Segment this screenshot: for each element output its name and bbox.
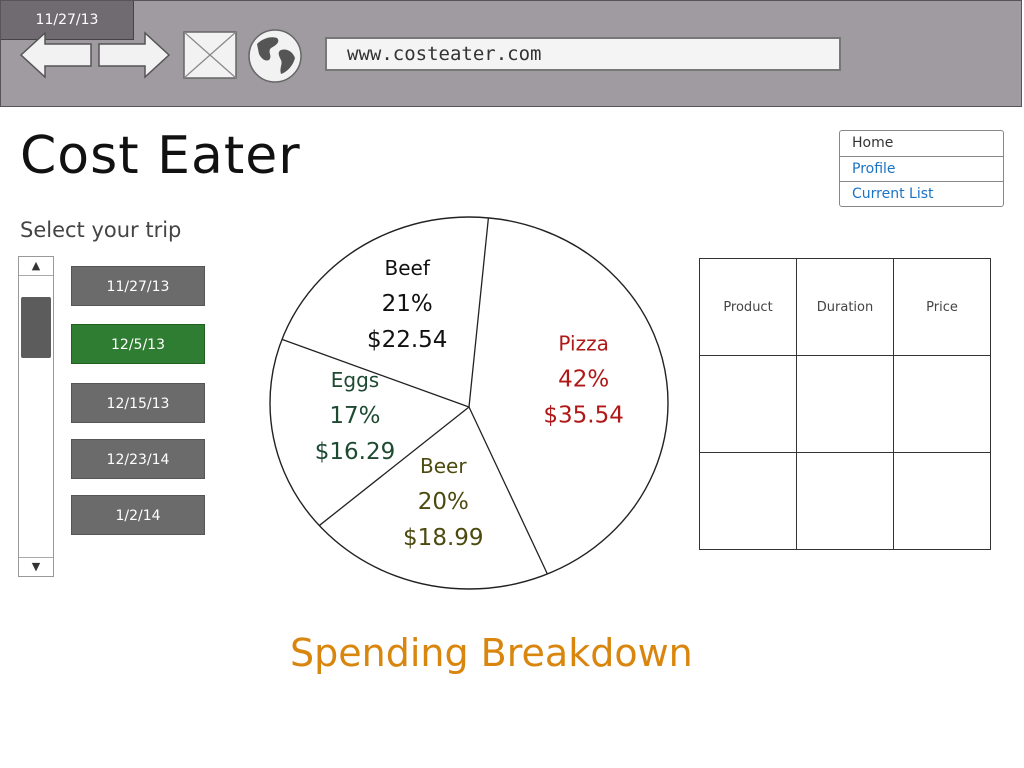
nav-item-label: Current List bbox=[852, 186, 934, 202]
scroll-thumb[interactable] bbox=[21, 297, 51, 358]
table-row bbox=[699, 452, 991, 550]
scroll-down-icon[interactable]: ▼ bbox=[19, 557, 53, 576]
table-cell bbox=[796, 452, 894, 550]
slice-percent: 17% bbox=[329, 403, 380, 429]
chart-title: Spending Breakdown bbox=[290, 631, 693, 675]
pie-chart-svg: Beef 21% $22.54 Pizza 42% $35.54 Beer 20% $18.99… bbox=[269, 216, 669, 590]
table-cell bbox=[796, 355, 894, 453]
slice-amount: $18.99 bbox=[403, 525, 483, 551]
table-header-row: Product Duration Price bbox=[699, 258, 991, 356]
trip-select-label: Select your trip bbox=[20, 218, 182, 242]
slice-amount: $22.54 bbox=[367, 327, 447, 353]
back-arrow-icon[interactable] bbox=[19, 31, 93, 79]
column-header-product: Product bbox=[699, 258, 797, 356]
trip-button[interactable]: 1/2/14 bbox=[71, 495, 205, 535]
trip-scrollbar[interactable]: ▲ ▼ bbox=[18, 256, 54, 577]
forward-arrow-icon[interactable] bbox=[97, 31, 171, 79]
nav-item-current-list[interactable]: Current List bbox=[840, 181, 1003, 206]
table-cell bbox=[699, 452, 797, 550]
slice-amount: $16.29 bbox=[315, 439, 395, 465]
spending-pie-chart: Beef 21% $22.54 Pizza 42% $35.54 Beer 20% $18.99… bbox=[268, 214, 672, 596]
app-title: Cost Eater bbox=[20, 126, 301, 186]
table-cell bbox=[893, 355, 991, 453]
slice-percent: 21% bbox=[382, 291, 433, 317]
nav-menu: Home Profile Current List bbox=[839, 130, 1004, 207]
table-cell bbox=[699, 355, 797, 453]
trip-button-selected[interactable]: 12/5/13 bbox=[71, 324, 205, 364]
slice-name: Eggs bbox=[331, 368, 379, 392]
trip-button[interactable]: 11/27/13 bbox=[71, 266, 205, 306]
nav-item-label: Profile bbox=[852, 161, 896, 177]
slice-name: Beer bbox=[420, 454, 467, 478]
slice-amount: $35.54 bbox=[543, 402, 623, 428]
slice-percent: 42% bbox=[558, 366, 609, 392]
slice-percent: 20% bbox=[418, 489, 469, 515]
nav-item-profile[interactable]: Profile bbox=[840, 156, 1003, 181]
table-cell bbox=[893, 452, 991, 550]
slice-name: Pizza bbox=[558, 331, 608, 355]
column-header-price: Price bbox=[893, 258, 991, 356]
scroll-up-icon[interactable]: ▲ bbox=[19, 257, 53, 276]
image-placeholder-icon bbox=[183, 31, 237, 79]
browser-toolbar: 11/27/13 www.costeater.com bbox=[0, 0, 1022, 107]
product-table: Product Duration Price bbox=[699, 258, 991, 550]
url-input[interactable]: www.costeater.com bbox=[325, 37, 841, 71]
nav-item-label: Home bbox=[852, 135, 894, 151]
slice-name: Beef bbox=[384, 256, 430, 280]
nav-item-home[interactable]: Home bbox=[840, 131, 1003, 156]
table-row bbox=[699, 355, 991, 453]
trip-button[interactable]: 12/15/13 bbox=[71, 383, 205, 423]
globe-icon[interactable] bbox=[247, 28, 303, 84]
column-header-duration: Duration bbox=[796, 258, 894, 356]
trip-button[interactable]: 12/23/14 bbox=[71, 439, 205, 479]
